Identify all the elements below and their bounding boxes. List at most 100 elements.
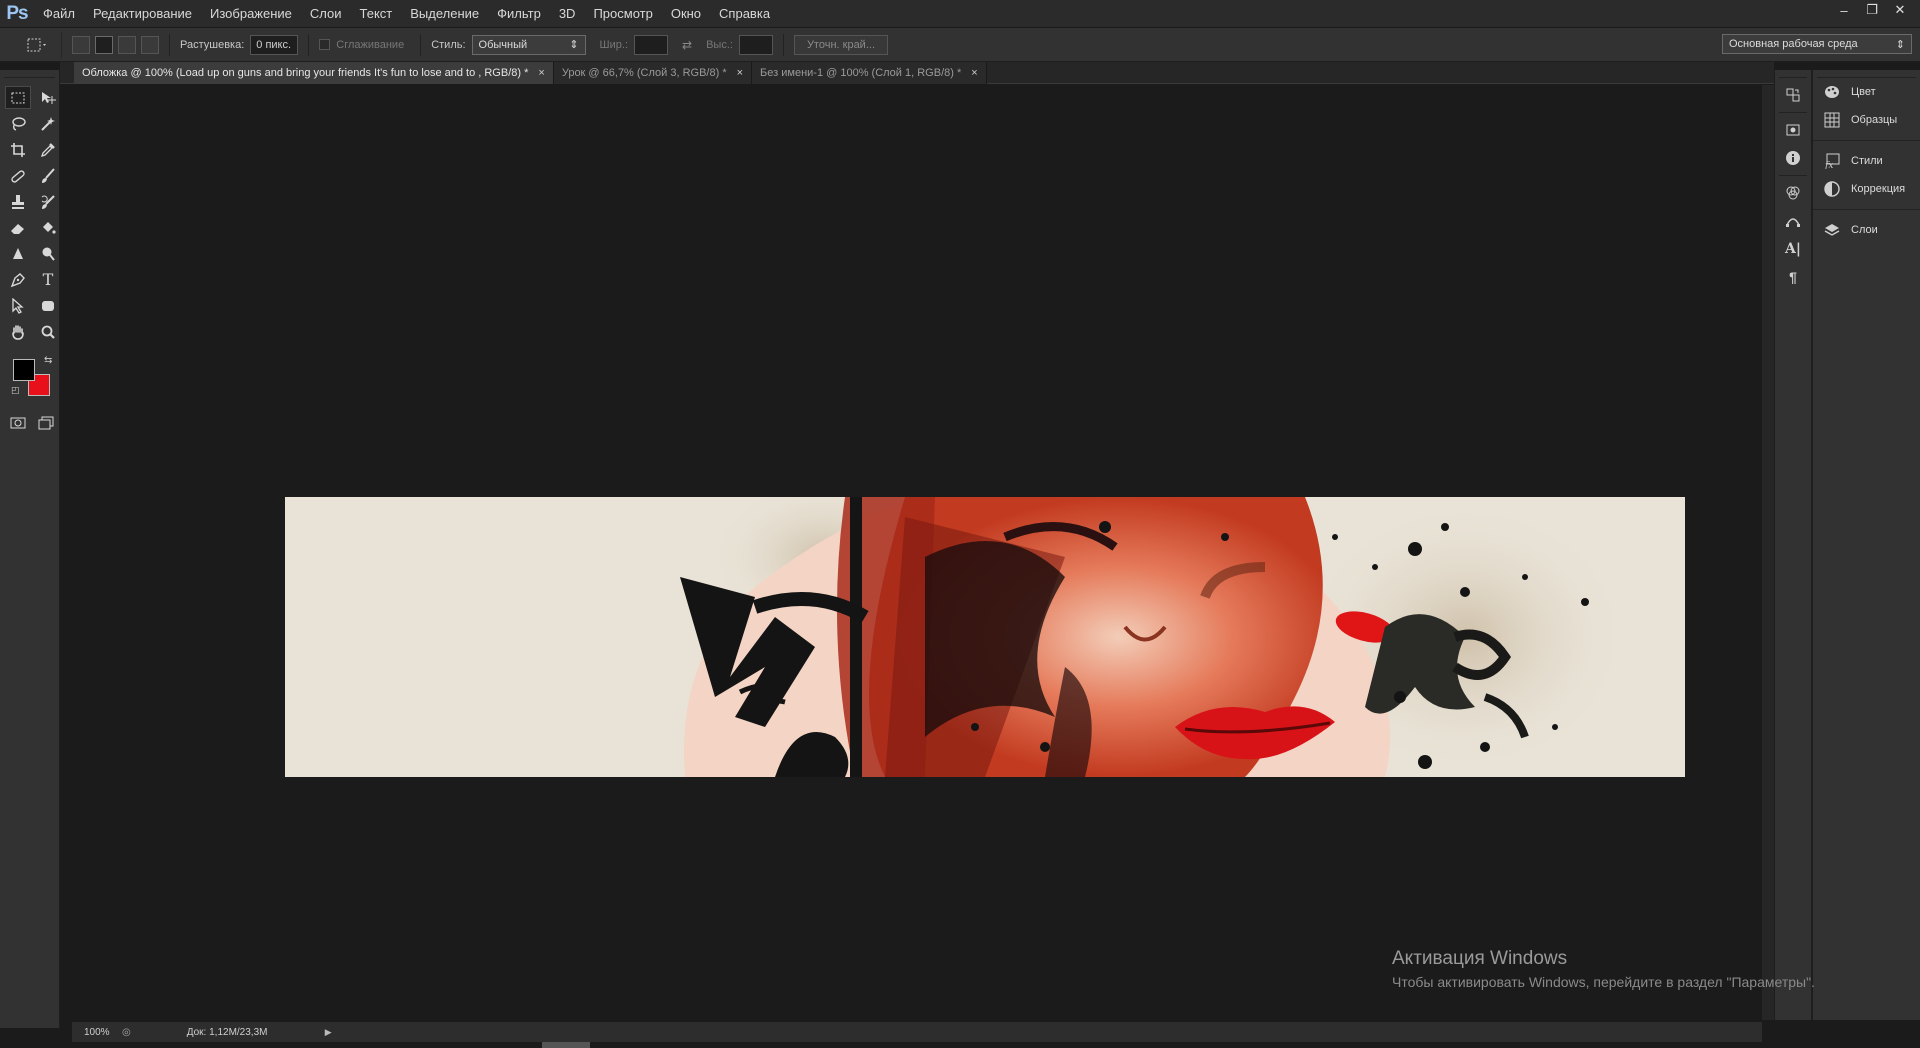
history-icon[interactable] xyxy=(1781,84,1805,106)
blur-tool[interactable] xyxy=(5,242,31,265)
updown-icon: ⇕ xyxy=(1895,38,1905,51)
palette-icon xyxy=(1823,83,1841,101)
menu-type[interactable]: Текст xyxy=(351,0,402,28)
share-icon[interactable]: ◎ xyxy=(122,1027,131,1038)
antialias-checkbox[interactable] xyxy=(319,39,331,50)
properties-icon[interactable] xyxy=(1781,119,1805,141)
restore-button[interactable]: ❐ xyxy=(1858,0,1886,20)
pen-tool[interactable] xyxy=(5,268,31,291)
height-input[interactable] xyxy=(738,34,773,55)
tab-untitled[interactable]: Без имени-1 @ 100% (Слой 1, RGB/8) * × xyxy=(752,62,987,84)
menu-image[interactable]: Изображение xyxy=(201,0,301,28)
history-brush-tool[interactable] xyxy=(35,190,61,213)
width-input[interactable] xyxy=(634,34,669,55)
default-colors-icon[interactable]: ◰ xyxy=(11,385,20,396)
character-icon[interactable]: A| xyxy=(1781,238,1805,260)
tab-lesson[interactable]: Урок @ 66,7% (Слой 3, RGB/8) * × xyxy=(553,62,753,84)
workspace-select[interactable]: Основная рабочая среда ⇕ xyxy=(1722,34,1912,54)
tool-preset-picker[interactable] xyxy=(12,31,62,58)
eraser-tool[interactable] xyxy=(5,216,31,239)
paragraph-icon[interactable]: ¶ xyxy=(1781,266,1805,288)
panel-color[interactable]: Цвет xyxy=(1813,78,1920,106)
healing-brush-tool[interactable] xyxy=(5,164,31,187)
brush-icon xyxy=(42,167,55,183)
menu-select[interactable]: Выделение xyxy=(401,0,488,28)
width-label: Шир.: xyxy=(599,38,629,51)
move-tool[interactable] xyxy=(35,86,61,109)
paint-bucket-tool[interactable] xyxy=(35,216,61,239)
canvas-area[interactable] xyxy=(72,85,1762,1020)
panel-label: Коррекция xyxy=(1851,183,1906,195)
stamp-icon xyxy=(12,194,24,209)
menu-file[interactable]: Файл xyxy=(34,0,84,28)
tab-label: Урок @ 66,7% (Слой 3, RGB/8) * xyxy=(561,67,727,79)
horizontal-scroll-thumb[interactable] xyxy=(542,1042,590,1048)
vertical-scrollbar[interactable] xyxy=(1762,85,1774,1020)
close-tab-icon[interactable]: × xyxy=(538,67,544,79)
crop-tool[interactable] xyxy=(5,138,31,161)
svg-text:fx: fx xyxy=(1824,161,1833,169)
artwork-image xyxy=(285,497,1685,777)
swap-colors-icon[interactable]: ⇆ xyxy=(44,355,52,366)
magic-wand-tool[interactable] xyxy=(35,112,61,135)
subtract-selection-button[interactable] xyxy=(118,35,136,54)
foreground-color[interactable] xyxy=(13,359,35,381)
type-tool[interactable]: T xyxy=(35,268,61,291)
paths-icon[interactable] xyxy=(1781,210,1805,232)
minimize-button[interactable]: – xyxy=(1830,0,1858,20)
refine-edge-button[interactable]: Уточн. край... xyxy=(793,34,888,55)
menu-3d[interactable]: 3D xyxy=(550,0,585,28)
panel-label: Стили xyxy=(1851,155,1883,167)
menu-filter[interactable]: Фильтр xyxy=(488,0,550,28)
screen-mode-button[interactable] xyxy=(38,411,54,434)
panel-adjustments[interactable]: Коррекция xyxy=(1813,175,1920,203)
panel-styles[interactable]: fx Стили xyxy=(1813,147,1920,175)
document-canvas[interactable] xyxy=(285,497,1685,777)
feather-label: Растушевка: xyxy=(180,38,245,51)
lasso-tool[interactable] xyxy=(5,112,31,135)
dodge-tool[interactable] xyxy=(35,242,61,265)
quick-mask-button[interactable] xyxy=(10,411,26,434)
channels-icon[interactable] xyxy=(1781,182,1805,204)
panel-swatches[interactable]: Образцы xyxy=(1813,106,1920,134)
bucket-icon xyxy=(43,221,56,234)
intersect-selection-button[interactable] xyxy=(141,35,159,54)
zoom-tool[interactable] xyxy=(35,320,61,343)
close-button[interactable]: ✕ xyxy=(1886,0,1914,20)
clone-stamp-tool[interactable] xyxy=(5,190,31,213)
rect-marquee-tool[interactable] xyxy=(5,86,31,109)
toolbox-grip[interactable] xyxy=(4,70,55,78)
status-menu-icon[interactable]: ▶ xyxy=(325,1027,332,1038)
panel-layers[interactable]: Слои xyxy=(1813,216,1920,244)
close-tab-icon[interactable]: × xyxy=(737,67,743,79)
style-label: Стиль: xyxy=(431,38,466,51)
close-tab-icon[interactable]: × xyxy=(971,67,977,79)
menu-edit[interactable]: Редактирование xyxy=(84,0,201,28)
strip-grip[interactable] xyxy=(1779,70,1807,78)
brush-tool[interactable] xyxy=(35,164,61,187)
info-icon[interactable] xyxy=(1781,147,1805,169)
swap-icon[interactable]: ⇄ xyxy=(682,38,692,52)
feather-input[interactable]: 0 пикс. xyxy=(250,34,299,55)
eyedropper-tool[interactable] xyxy=(35,138,61,161)
bandage-icon xyxy=(11,169,25,183)
menu-view[interactable]: Просмотр xyxy=(584,0,661,28)
add-selection-button[interactable] xyxy=(95,35,113,54)
tab-label: Без имени-1 @ 100% (Слой 1, RGB/8) * xyxy=(760,67,962,79)
color-swatches: ⇆ ◰ xyxy=(8,355,58,407)
new-selection-button[interactable] xyxy=(72,35,90,54)
style-select[interactable]: Обычный ⇕ xyxy=(471,34,586,55)
hand-tool[interactable] xyxy=(5,320,31,343)
menu-help[interactable]: Справка xyxy=(710,0,779,28)
zoom-level[interactable]: 100% xyxy=(72,1027,122,1038)
dock-grip[interactable] xyxy=(1817,70,1916,78)
menu-layers[interactable]: Слои xyxy=(301,0,351,28)
photoshop-logo: Ps xyxy=(6,2,28,24)
styles-icon: fx xyxy=(1823,152,1841,170)
shape-tool[interactable] xyxy=(35,294,61,317)
status-bar: 100% ◎ Док: 1,12M/23,3M ▶ xyxy=(72,1022,1762,1042)
tab-cover[interactable]: Обложка @ 100% (Load up on guns and brin… xyxy=(74,62,554,84)
menu-window[interactable]: Окно xyxy=(662,0,710,28)
path-selection-tool[interactable] xyxy=(5,294,31,317)
height-label: Выс.: xyxy=(706,38,733,51)
